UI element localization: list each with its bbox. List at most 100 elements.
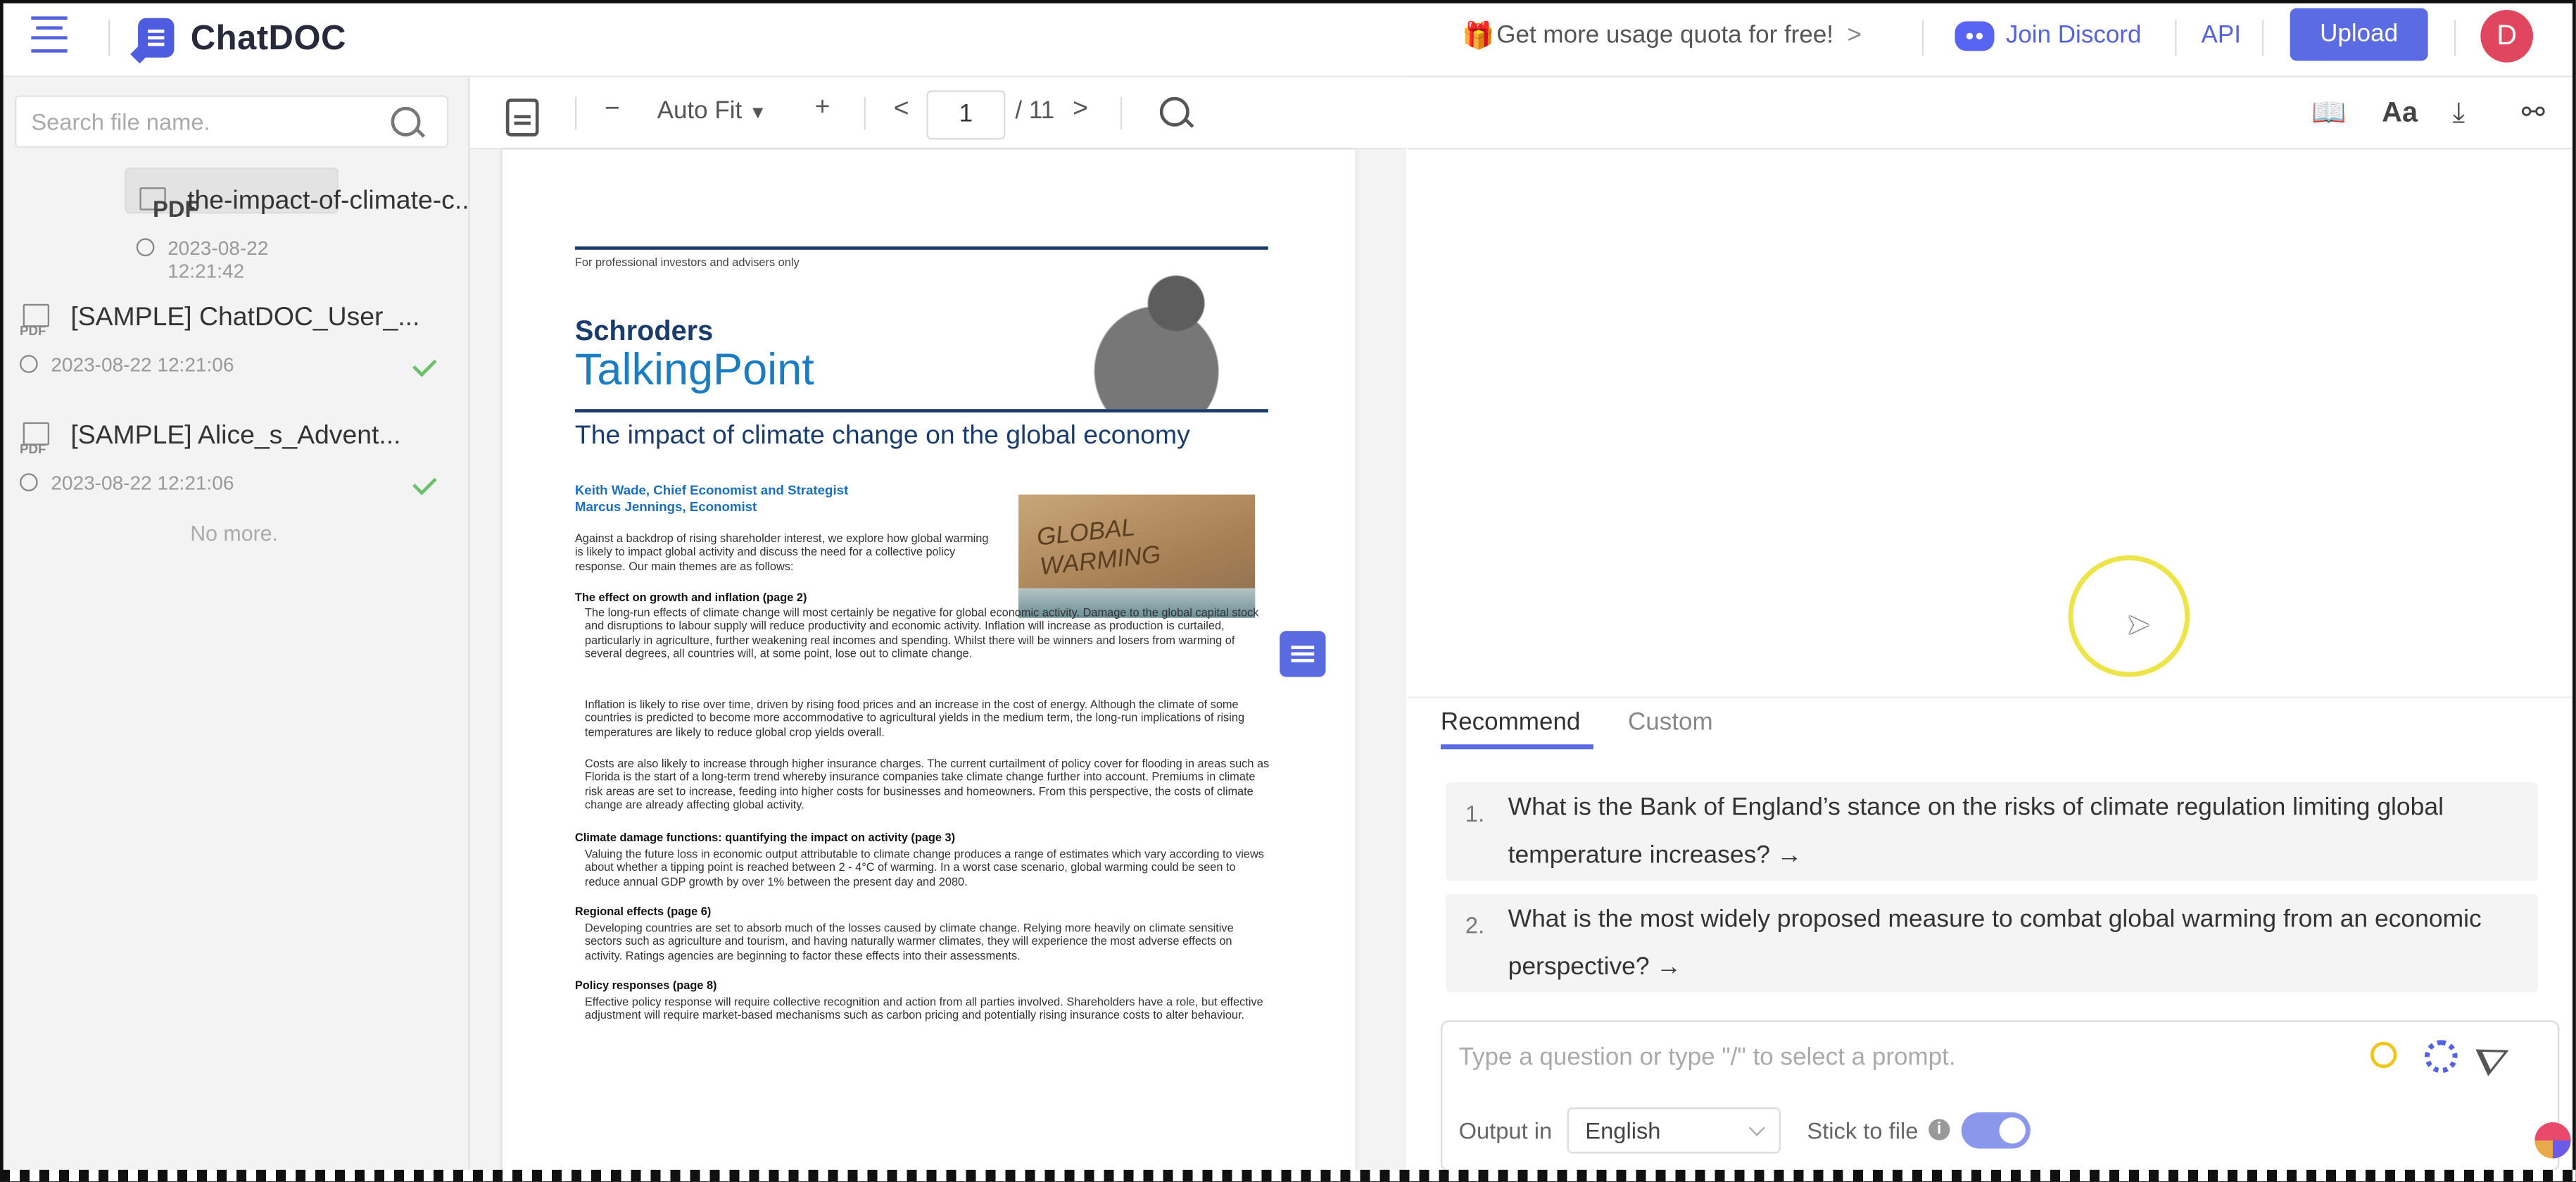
page-total: / 11	[1015, 96, 1055, 125]
bullet-paragraph: The long-run effects of climate change w…	[584, 608, 1259, 661]
document-outline-icon[interactable]	[505, 99, 539, 137]
bullet-paragraph: Valuing the future loss in economic outp…	[584, 849, 1265, 889]
info-icon[interactable]: i	[1928, 1119, 1950, 1140]
join-discord-link[interactable]: Join Discord	[2006, 21, 2142, 49]
author-1: Keith Wade, Chief Economist and Strategi…	[574, 483, 849, 498]
search-placeholder: Search file name.	[31, 108, 210, 135]
lightbulb-icon[interactable]	[2370, 1041, 2397, 1069]
header-rule	[574, 246, 1268, 250]
stick-to-file-label: Stick to file	[1807, 1117, 1919, 1144]
bullet-paragraph: Effective policy response will require c…	[584, 997, 1263, 1023]
chat-toolbar: 📖 Aa ⤓ ⚯	[1408, 77, 2576, 150]
api-link[interactable]: API	[2202, 21, 2241, 49]
check-icon	[412, 352, 437, 377]
divider	[2175, 20, 2177, 56]
check-icon	[412, 470, 437, 496]
stick-to-file-toggle[interactable]	[1961, 1112, 2031, 1149]
chatdoc-logo-icon	[138, 18, 175, 58]
divider	[1120, 96, 1123, 130]
assistant-badge-icon[interactable]	[2534, 1122, 2571, 1159]
send-icon[interactable]	[2475, 1036, 2515, 1076]
zoom-mode-label: Auto Fit	[657, 96, 743, 125]
file-sidebar: Search file name. PDF the-impact-of-clim…	[0, 77, 554, 1182]
pdf-viewer[interactable]: For professional investors and advisers …	[469, 149, 1406, 1182]
top-bar: ChatDOC 🎁 Get more usage quota for free!…	[0, 0, 2576, 77]
file-time: 2023-08-22 12:21:06	[51, 353, 234, 377]
tab-recommend[interactable]: Recommend	[1441, 708, 1580, 736]
dashed-border	[0, 1169, 2576, 1182]
file-time: 2023-08-22 12:21:06	[51, 471, 234, 495]
zoom-in-button[interactable]: +	[815, 94, 831, 123]
mouse-pointer-icon: ➤	[2126, 608, 2151, 641]
question-number: 1.	[1465, 800, 1485, 827]
page-number-input[interactable]: 1	[926, 90, 1006, 140]
quota-text: Get more usage quota for free!	[1496, 21, 1834, 50]
author-2: Marcus Jennings, Economist	[574, 499, 757, 515]
clock-icon	[136, 238, 155, 257]
avatar[interactable]: D	[2480, 10, 2534, 63]
file-item[interactable]: PDF [SAMPLE] Alice_s_Advent... 2023-08-2…	[10, 404, 450, 509]
font-size-icon[interactable]: Aa	[2382, 97, 2418, 130]
section-heading: Regional effects (page 6)	[574, 907, 712, 919]
question-text: What is the Bank of England’s stance on …	[1508, 793, 2444, 869]
file-item[interactable]: PDF [SAMPLE] ChatDOC_User_... 2023-08-22…	[10, 286, 450, 391]
chevron-right-icon: >	[1847, 21, 1862, 50]
title-rule	[574, 409, 1268, 413]
zoom-out-button[interactable]: −	[605, 95, 620, 125]
chat-bubble-icon[interactable]	[1280, 631, 1326, 677]
tab-custom[interactable]: Custom	[1628, 708, 1713, 736]
prev-page-button[interactable]: <	[894, 95, 909, 125]
doc-authors: Keith Wade, Chief Economist and Strategi…	[575, 483, 848, 516]
file-name: [SAMPLE] ChatDOC_User_...	[70, 303, 420, 332]
discord-icon[interactable]	[1955, 21, 1995, 51]
doc-series: TalkingPoint	[574, 345, 814, 395]
bullet-paragraph: Costs are also likely to increase throug…	[584, 759, 1270, 812]
divider	[2261, 20, 2264, 56]
upload-button[interactable]: Upload	[2290, 8, 2428, 61]
pdf-file-icon: PDF	[20, 303, 53, 340]
file-item[interactable]: PDF the-impact-of-climate-c... 2023-08-2…	[125, 168, 554, 282]
download-icon[interactable]: ⤓	[2453, 97, 2465, 130]
chevron-down-icon	[1748, 1119, 1765, 1136]
clock-icon	[20, 355, 38, 373]
gear-icon[interactable]	[2424, 1040, 2458, 1074]
book-icon[interactable]: 📖	[2311, 97, 2346, 130]
audience-note: For professional investors and advisers …	[574, 258, 800, 270]
divider	[1408, 696, 2576, 698]
quota-link[interactable]: Get more usage quota for free! >	[1496, 21, 1862, 49]
no-more-text: No more.	[190, 520, 278, 546]
question-number: 2.	[1465, 912, 1485, 938]
pdf-file-icon: PDF	[137, 187, 198, 223]
search-file-input[interactable]: Search file name.	[15, 95, 449, 149]
next-page-button[interactable]: >	[1073, 95, 1088, 125]
question-input[interactable]: Type a question or type "/" to select a …	[1459, 1043, 1956, 1071]
divider	[108, 20, 111, 56]
doc-brand: Schroders	[574, 315, 714, 347]
caret-down-icon: ▼	[748, 103, 767, 124]
doc-title: The impact of climate change on the glob…	[574, 422, 1190, 451]
section-heading: Policy responses (page 8)	[574, 981, 717, 993]
share-icon[interactable]: ⚯	[2522, 97, 2545, 130]
file-name: [SAMPLE] Alice_s_Advent...	[70, 422, 401, 451]
divider	[2454, 20, 2456, 56]
search-in-document-icon[interactable]	[1159, 96, 1189, 127]
clock-icon	[20, 473, 38, 491]
photo-caption: GLOBAL WARMING	[1035, 511, 1162, 583]
active-tab-indicator	[1440, 744, 1593, 750]
file-name: the-impact-of-climate-c...	[187, 187, 476, 215]
search-icon[interactable]	[391, 106, 421, 137]
suggested-question[interactable]: 1. What is the Bank of England’s stance …	[1445, 781, 2539, 881]
question-text: What is the most widely proposed measure…	[1508, 905, 2482, 981]
collapse-sidebar-icon[interactable]	[31, 16, 68, 56]
statue-image	[1068, 258, 1265, 410]
output-language-select[interactable]: English	[1567, 1107, 1781, 1154]
output-label: Output in	[1458, 1117, 1553, 1144]
pdf-file-icon: PDF	[20, 422, 53, 458]
section-heading: Climate damage functions: quantifying th…	[574, 833, 956, 845]
section-heading: The effect on growth and inflation (page…	[574, 593, 807, 605]
app-name: ChatDOC	[190, 20, 346, 58]
output-language-value: English	[1585, 1117, 1661, 1144]
zoom-mode-select[interactable]: Auto Fit ▼	[657, 97, 767, 125]
file-time: 2023-08-22 12:21:42	[168, 237, 269, 283]
suggested-question[interactable]: 2. What is the most widely proposed meas…	[1445, 893, 2539, 993]
